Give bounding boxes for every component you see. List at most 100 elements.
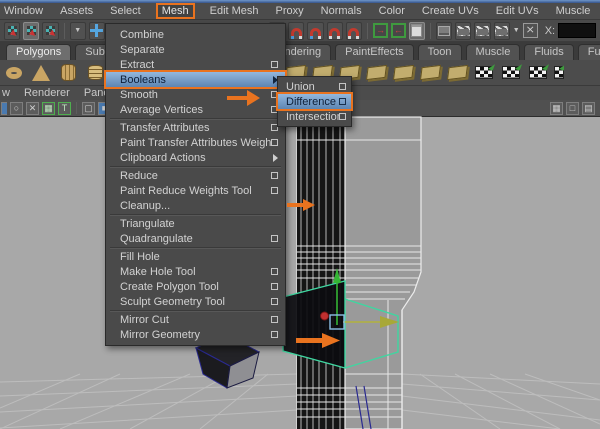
render-settings-button[interactable] [493, 21, 510, 40]
menu-select[interactable]: Select [108, 4, 143, 18]
frame-icon[interactable]: □ [566, 101, 579, 115]
submenu-item-union[interactable]: Union [278, 79, 351, 94]
menu-item-smooth[interactable]: Smooth [106, 87, 285, 102]
menu-mesh[interactable]: Mesh [155, 3, 195, 19]
menu-window[interactable]: Window [2, 4, 45, 18]
checker-flag-shelf-button-2[interactable] [500, 62, 522, 84]
menu-item-triangulate[interactable]: Triangulate [106, 216, 285, 231]
tab-polygons[interactable]: Polygons [6, 44, 72, 60]
option-box-icon[interactable] [271, 172, 278, 179]
option-box-icon[interactable] [271, 268, 278, 275]
poly-tool-shelf-button-5[interactable] [392, 62, 414, 84]
menu-item-booleans[interactable]: Booleans [104, 70, 287, 89]
menu-item-cleanup[interactable]: Cleanup... [106, 198, 285, 213]
option-box-icon[interactable] [271, 331, 278, 338]
menu-item-label: Cleanup... [120, 199, 171, 212]
tab-muscle[interactable]: Muscle [465, 44, 521, 60]
x-coordinate-input[interactable] [558, 23, 597, 38]
submenu-item-intersection[interactable]: Intersection [278, 109, 351, 124]
toolbar-separator [429, 22, 431, 39]
poly-cone-shelf-button[interactable] [30, 62, 52, 84]
x-coordinate-label: X: [544, 24, 556, 37]
menu-proxy[interactable]: Proxy [274, 4, 306, 18]
option-box-icon[interactable] [271, 139, 278, 146]
tab-painteffects[interactable]: PaintEffects [335, 44, 414, 60]
menu-assets[interactable]: Assets [58, 4, 95, 18]
output-connection-button[interactable]: ← [390, 23, 406, 38]
menu-item-create-polygon-tool[interactable]: Create Polygon Tool [106, 279, 285, 294]
circle-icon[interactable]: ○ [10, 101, 23, 115]
menu-item-label: Union [286, 80, 315, 93]
snap-point-magnet-button[interactable] [307, 21, 324, 40]
render-current-frame-button[interactable] [455, 21, 472, 40]
menu-item-reduce[interactable]: Reduce [106, 168, 285, 183]
x-box-icon[interactable]: ✕ [26, 101, 39, 115]
tab-fur[interactable]: Fur [577, 44, 600, 60]
tab-fluids[interactable]: Fluids [524, 44, 574, 60]
option-box-icon[interactable] [271, 298, 278, 305]
menu-item-transfer-attributes[interactable]: Transfer Attributes [106, 120, 285, 135]
film-icon[interactable]: ▤ [582, 101, 595, 115]
green-grid-icon[interactable]: ▦ [42, 101, 55, 115]
submenu-item-difference[interactable]: Difference [276, 92, 353, 111]
snap-mesh-magnet-button[interactable] [345, 21, 363, 40]
checker-flag-shelf-button-1[interactable] [473, 62, 495, 84]
menu-item-paint-reduce-weights-tool[interactable]: Paint Reduce Weights Tool [106, 183, 285, 198]
poly-tool-shelf-button-4[interactable] [365, 62, 387, 84]
center-pivot-crosshair-icon[interactable]: ⨯ [522, 23, 538, 38]
option-box-icon[interactable] [271, 61, 278, 68]
render-view-button[interactable] [435, 21, 453, 40]
menu-edit-uvs[interactable]: Edit UVs [494, 4, 541, 18]
menu-normals[interactable]: Normals [319, 4, 364, 18]
option-box-icon[interactable] [339, 83, 346, 90]
select-hierarchy-mask-button[interactable] [4, 21, 21, 40]
move-plus-button[interactable] [88, 21, 106, 40]
menu-item-fill-hole[interactable]: Fill Hole [106, 249, 285, 264]
menu-item-mirror-cut[interactable]: Mirror Cut [106, 312, 285, 327]
option-box-icon[interactable] [339, 98, 346, 105]
snap-curve-magnet-button[interactable] [288, 21, 305, 40]
ipr-render-button[interactable] [474, 21, 491, 40]
cut-blue-icon[interactable] [1, 101, 7, 115]
poly-helix-shelf-button[interactable] [84, 62, 106, 84]
mask-dropdown-button[interactable]: ▼ [69, 21, 86, 40]
menu-item-clipboard-actions[interactable]: Clipboard Actions [106, 150, 285, 165]
menu-muscle[interactable]: Muscle [554, 4, 593, 18]
chevron-down-icon[interactable]: ▼ [513, 27, 520, 34]
grid-icon[interactable]: ▦ [550, 101, 563, 115]
menu-item-average-vertices[interactable]: Average Vertices [106, 102, 285, 117]
snap-plane-magnet-button[interactable] [326, 21, 343, 40]
poly-tool-shelf-button-6[interactable] [419, 62, 441, 84]
menu-item-paint-transfer-attributes-weights-tool[interactable]: Paint Transfer Attributes Weights Tool [106, 135, 285, 150]
input-connection-button[interactable]: → [373, 23, 388, 38]
option-box-icon[interactable] [339, 113, 346, 120]
menu-edit-mesh[interactable]: Edit Mesh [208, 4, 261, 18]
menu-create-uvs[interactable]: Create UVs [420, 4, 481, 18]
option-box-icon[interactable] [271, 283, 278, 290]
construction-history-button[interactable] [408, 21, 425, 40]
text-tool-icon[interactable]: T [58, 101, 71, 115]
poly-torus-shelf-button[interactable] [3, 62, 25, 84]
panel-menu-renderer[interactable]: Renderer [24, 87, 70, 99]
poly-cylinder-shelf-button[interactable] [57, 62, 79, 84]
menu-item-mirror-geometry[interactable]: Mirror Geometry [106, 327, 285, 342]
option-box-icon[interactable] [271, 187, 278, 194]
poly-tool-shelf-button-7[interactable] [446, 62, 468, 84]
wire-cube-icon[interactable]: ▢ [82, 101, 95, 115]
select-component-mask-button[interactable] [42, 21, 59, 40]
menu-color[interactable]: Color [377, 4, 407, 18]
checker-flag-shelf-button-3[interactable] [527, 62, 549, 84]
menu-item-combine[interactable]: Combine [106, 27, 285, 42]
option-box-icon[interactable] [271, 316, 278, 323]
tab-toon[interactable]: Toon [417, 44, 462, 60]
menu-item-sculpt-geometry-tool[interactable]: Sculpt Geometry Tool [106, 294, 285, 309]
option-box-icon[interactable] [271, 235, 278, 242]
menu-item-extract[interactable]: Extract [106, 57, 285, 72]
viewport-panel[interactable] [0, 117, 600, 429]
menu-item-quadrangulate[interactable]: Quadrangulate [106, 231, 285, 246]
menu-item-separate[interactable]: Separate [106, 42, 285, 57]
panel-menu-cropped[interactable]: w [2, 87, 10, 99]
select-object-mask-button[interactable] [23, 21, 40, 40]
checker-flag-shelf-button-4[interactable] [554, 62, 564, 84]
menu-item-make-hole-tool[interactable]: Make Hole Tool [106, 264, 285, 279]
